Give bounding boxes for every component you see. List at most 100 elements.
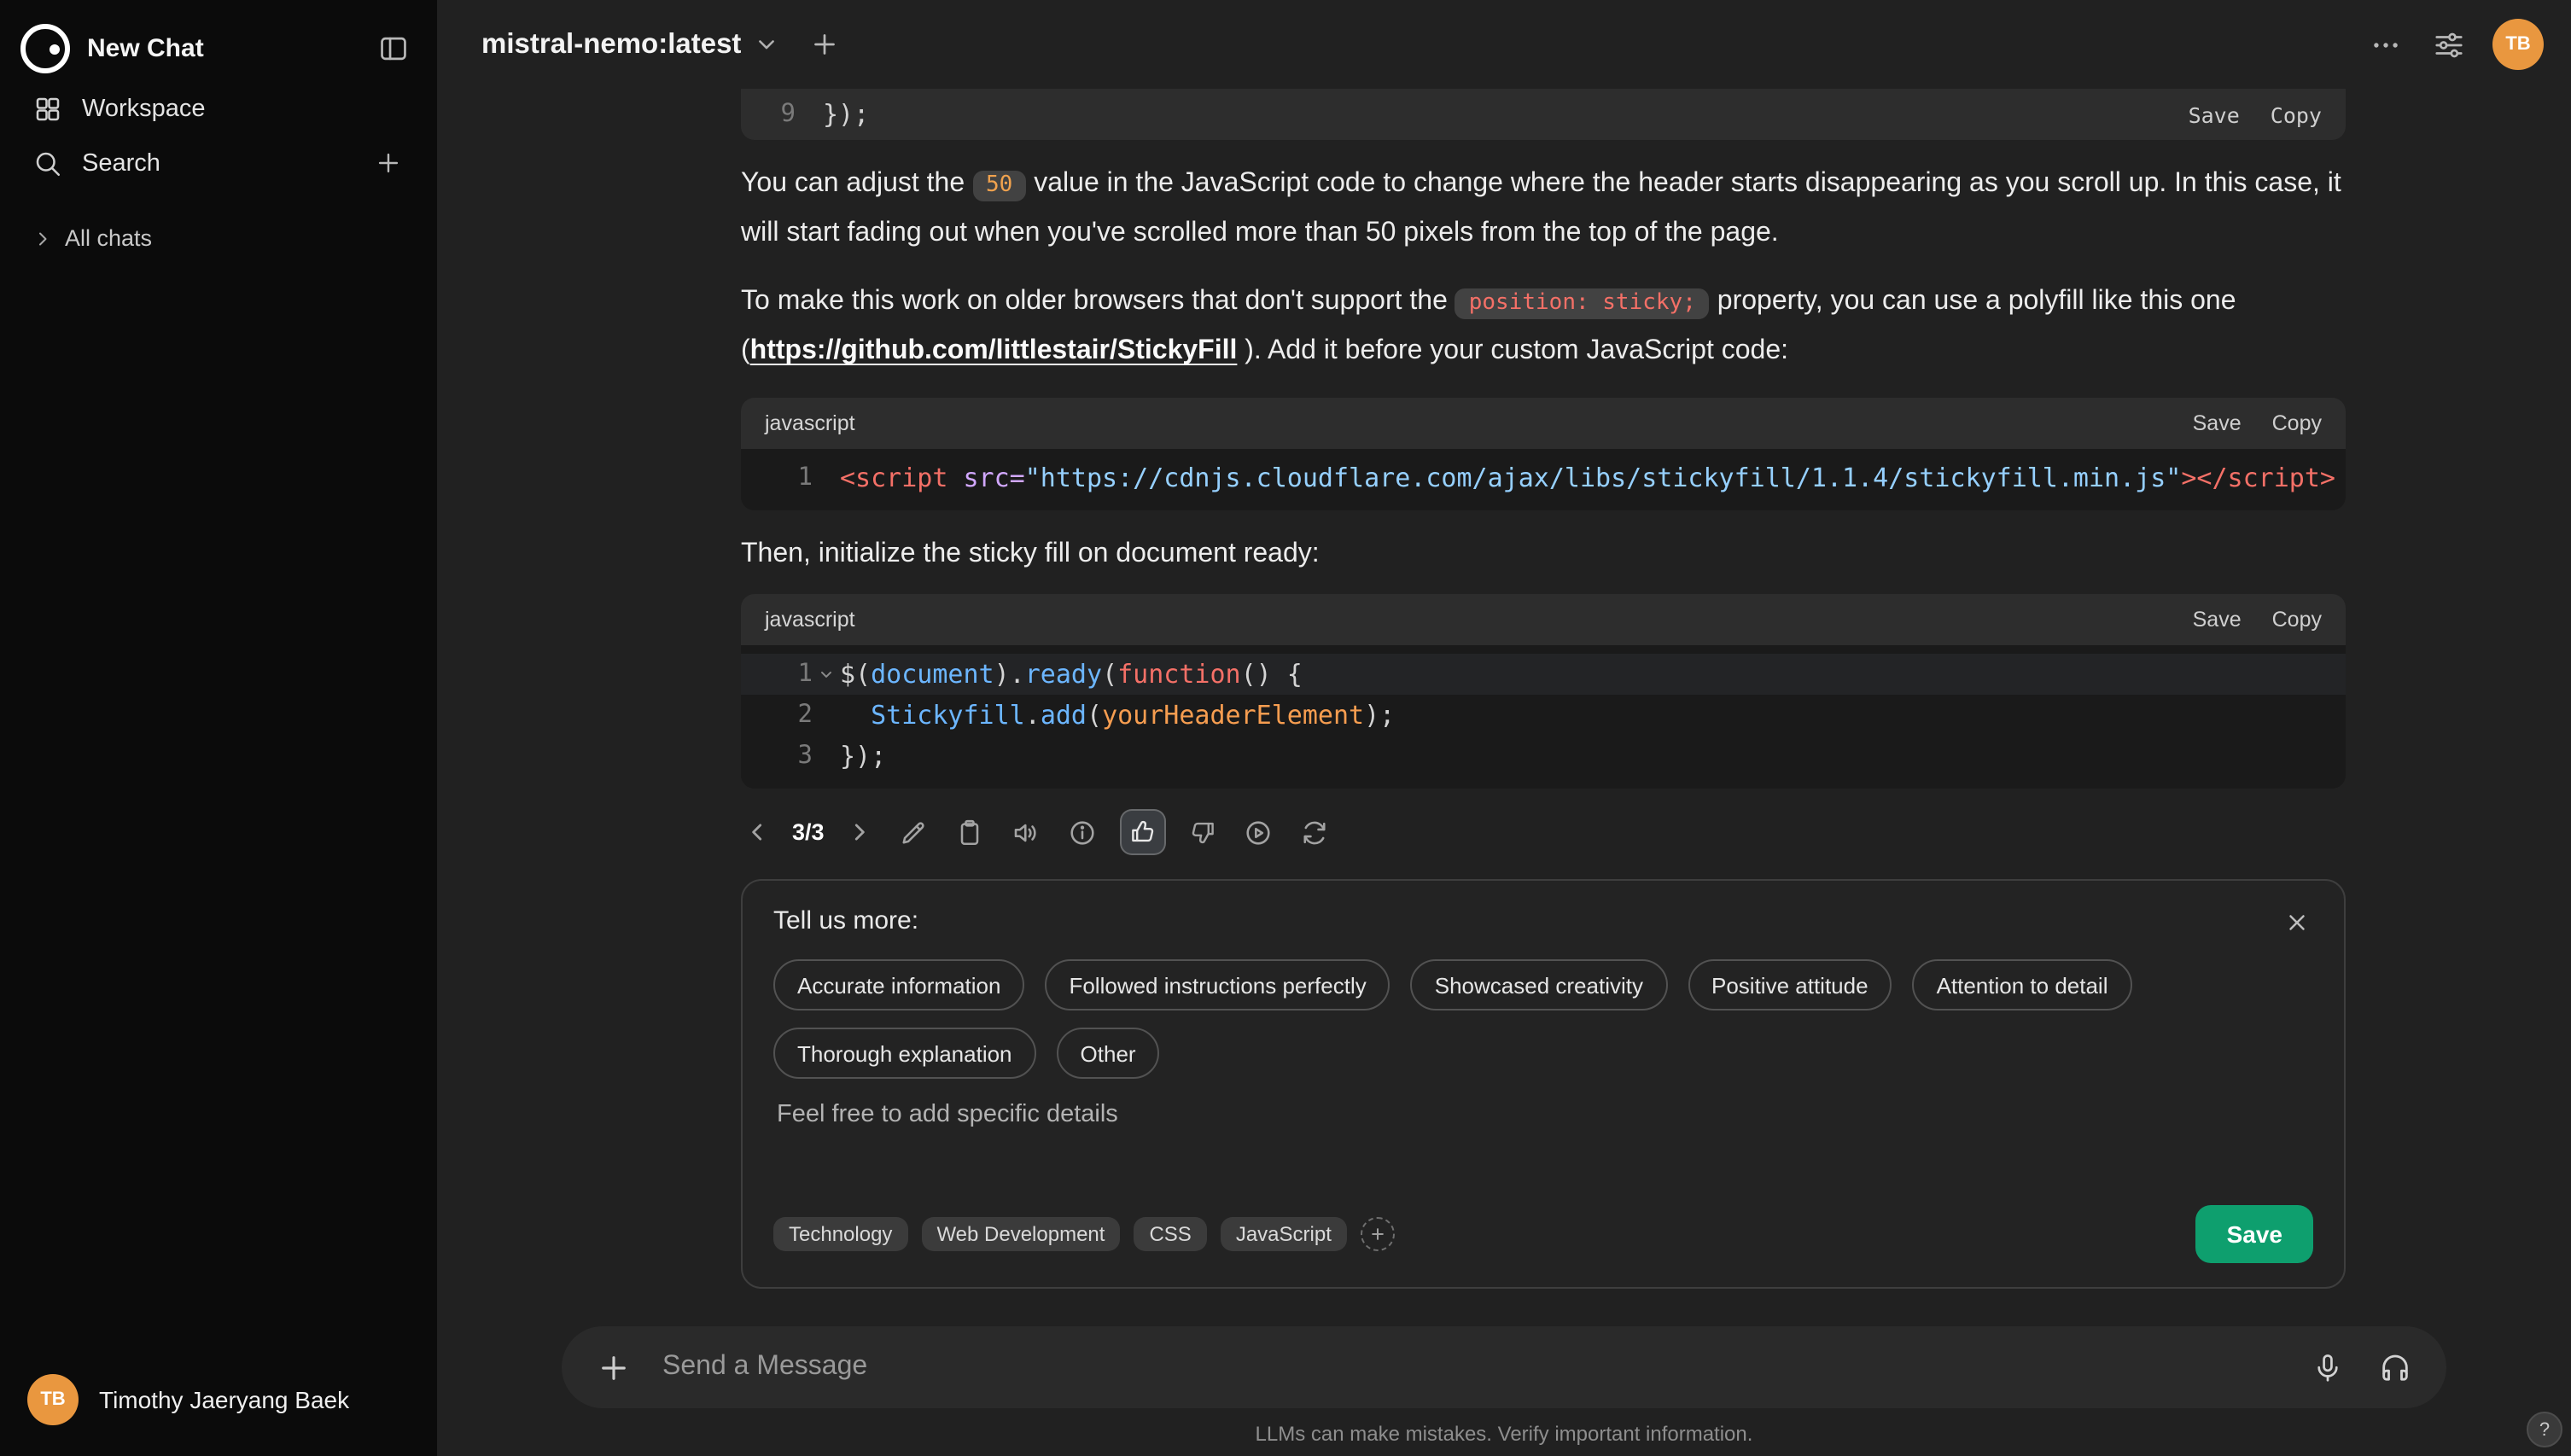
feedback-option[interactable]: Other (1056, 1028, 1160, 1079)
feedback-option[interactable]: Thorough explanation (773, 1028, 1036, 1079)
topic-tag[interactable]: JavaScript (1220, 1217, 1347, 1251)
paragraph-text: You can adjust the (741, 169, 973, 198)
code-line-number: 9 (780, 101, 796, 128)
feedback-option[interactable]: Followed instructions perfectly (1045, 959, 1390, 1010)
paragraph-text: ). Add it before your custom JavaScript … (1237, 336, 1789, 365)
code-block-script-tag: javascript Save Copy 1 <script src= "https… (741, 398, 2346, 510)
feedback-close-button[interactable] (2281, 906, 2313, 939)
code-token: () { (1240, 659, 1303, 690)
feedback-title: Tell us more: (773, 906, 919, 935)
regenerate-button[interactable] (1296, 813, 1333, 851)
prev-response-button[interactable] (741, 816, 773, 848)
new-chat-button[interactable] (806, 26, 843, 63)
code-fold-icon[interactable] (813, 666, 840, 683)
read-aloud-button[interactable] (1007, 813, 1045, 851)
close-icon (2284, 910, 2310, 935)
account-avatar[interactable]: TB (2492, 19, 2544, 70)
code-line: 2 Stickyfill. add(yourHeaderElement); (741, 695, 2346, 736)
app-window: New Chat Workspace Search All chats TB T… (0, 0, 2571, 1456)
code-token: "https://cdnjs.cloudflare.com/ajax/libs/… (1024, 463, 2182, 493)
clipboard-icon (954, 817, 985, 847)
code-copy-button[interactable]: Copy (2271, 102, 2322, 127)
code-block-document-ready: javascript Save Copy 1 $(document). ready(… (741, 594, 2346, 789)
feedback-save-button[interactable]: Save (2195, 1205, 2313, 1263)
code-line-number: 2 (797, 702, 813, 729)
user-menu[interactable]: TB Timothy Jaeryang Baek (17, 1360, 420, 1439)
user-name: Timothy Jaeryang Baek (99, 1386, 350, 1413)
topic-tag[interactable]: Technology (773, 1217, 908, 1251)
code-token: src= (963, 463, 1025, 493)
feedback-option[interactable]: Showcased creativity (1410, 959, 1667, 1010)
code-token: ( (1102, 659, 1118, 690)
continue-response-button[interactable] (1239, 813, 1277, 851)
next-response-button[interactable] (843, 816, 876, 848)
chat-topbar: mistral-nemo:latest TB (437, 0, 2571, 89)
sidebar-item-all-chats[interactable]: All chats (17, 218, 420, 258)
feedback-option[interactable]: Accurate information (773, 959, 1025, 1010)
workspace-icon (31, 94, 65, 125)
sidebar-toggle-button[interactable] (374, 29, 413, 68)
info-button[interactable] (1064, 813, 1101, 851)
plus-icon (1369, 1226, 1386, 1243)
sidebar-item-search[interactable]: Search (17, 135, 420, 191)
topic-tag[interactable]: Web Development (921, 1217, 1121, 1251)
assistant-message: 9 }); Save Copy You can adjust the 50 va… (741, 89, 2346, 1289)
ellipsis-icon (2370, 28, 2402, 61)
chat-scroll-area[interactable]: 9 }); Save Copy You can adjust the 50 va… (437, 89, 2571, 1326)
thumbs-up-button[interactable] (1119, 809, 1166, 855)
feedback-options-row: Thorough explanation Other (773, 1028, 2313, 1079)
help-button[interactable]: ? (2527, 1412, 2562, 1447)
code-token: <script (840, 463, 948, 493)
edit-message-button[interactable] (895, 813, 932, 851)
code-save-button[interactable]: Save (2189, 102, 2240, 127)
model-selector[interactable]: mistral-nemo:latest (481, 28, 778, 61)
response-counter: 3/3 (792, 819, 825, 845)
new-folder-button[interactable] (370, 145, 406, 181)
headphones-icon (2378, 1350, 2412, 1384)
plus-icon (809, 29, 840, 60)
copy-message-button[interactable] (951, 813, 988, 851)
plus-icon (374, 149, 403, 178)
sidebar-header: New Chat (17, 14, 420, 84)
feedback-details-input[interactable] (773, 1101, 2313, 1205)
feedback-option[interactable]: Positive attitude (1688, 959, 1892, 1010)
more-options-button[interactable] (2366, 25, 2405, 64)
feedback-option[interactable]: Attention to detail (1912, 959, 2132, 1010)
composer: LLMs can make mistakes. Verify important… (437, 1326, 2571, 1456)
chat-controls-button[interactable] (2429, 25, 2469, 64)
code-token: yourHeaderElement (1102, 700, 1365, 731)
feedback-header: Tell us more: (773, 906, 2313, 939)
code-save-button[interactable]: Save (2193, 411, 2242, 435)
message-paragraph: To make this work on older browsers that… (741, 278, 2346, 376)
code-copy-button[interactable]: Copy (2272, 608, 2322, 632)
openwebui-logo (20, 24, 70, 73)
code-language-label: javascript (765, 608, 855, 632)
polyfill-link[interactable]: https://github.com/littlestair/StickyFil… (750, 336, 1238, 365)
code-copy-button[interactable]: Copy (2272, 411, 2322, 435)
attach-button[interactable] (592, 1346, 635, 1389)
new-chat-label[interactable]: New Chat (87, 34, 357, 63)
thumbs-down-button[interactable] (1185, 814, 1221, 850)
message-input-bar (562, 1326, 2446, 1408)
code-block-body: 1 <script src= "https://cdnjs.cloudflare.c… (741, 449, 2346, 510)
model-name: mistral-nemo:latest (481, 28, 742, 59)
topic-tag[interactable]: CSS (1134, 1217, 1207, 1251)
sidebar-toggle-icon (377, 32, 410, 65)
code-line: 1 $(document). ready(function() { (741, 654, 2346, 695)
code-token: }); (840, 741, 887, 772)
code-block-body: 1 $(document). ready(function() { 2 Sticky… (741, 645, 2346, 789)
message-input[interactable] (662, 1352, 2281, 1383)
code-save-button[interactable]: Save (2193, 608, 2242, 632)
voice-input-button[interactable] (2308, 1348, 2347, 1387)
chevron-down-icon (755, 32, 778, 56)
add-tag-button[interactable] (1360, 1217, 1395, 1251)
code-block-header: javascript Save Copy (741, 398, 2346, 449)
chevron-right-icon (31, 228, 55, 248)
sidebar-item-workspace[interactable]: Workspace (17, 84, 420, 135)
code-line: 3}); (741, 736, 2346, 777)
code-line-number: 1 (797, 661, 813, 688)
search-label: Search (82, 149, 160, 177)
call-mode-button[interactable] (2375, 1347, 2416, 1388)
code-line-number: 1 (797, 464, 813, 492)
